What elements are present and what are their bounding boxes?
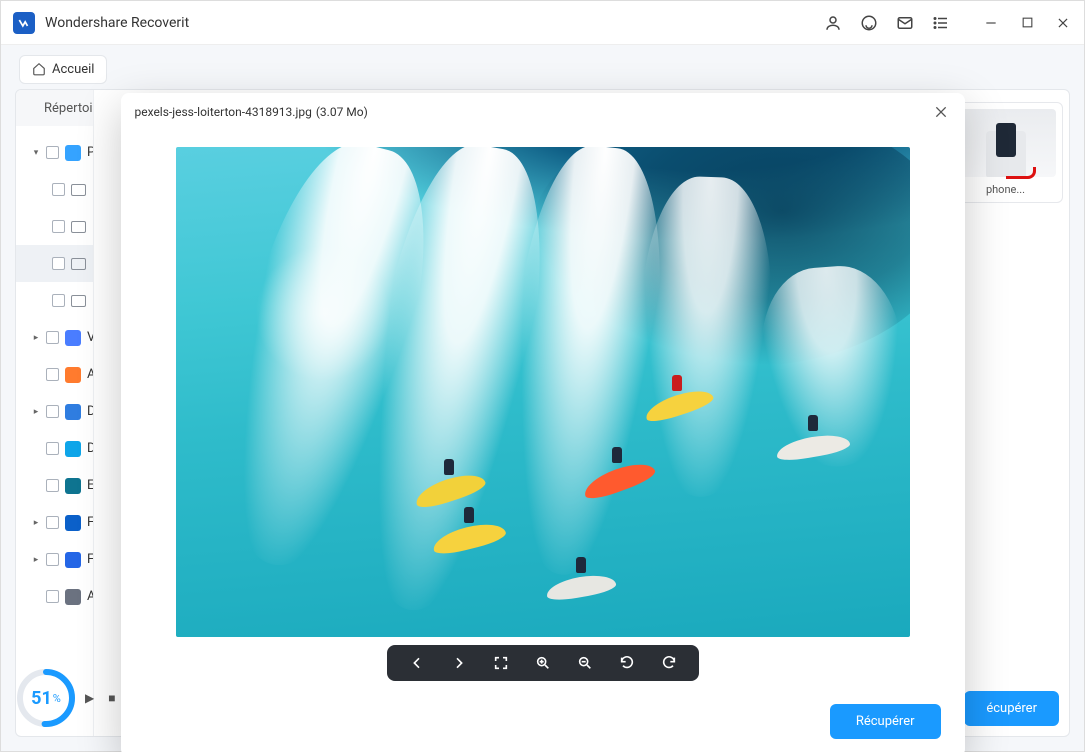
- titlebar-actions: [824, 14, 1072, 32]
- zoom-out-icon[interactable]: [575, 653, 595, 673]
- support-icon[interactable]: [860, 14, 878, 32]
- rotate-left-icon[interactable]: [617, 653, 637, 673]
- zoom-in-icon[interactable]: [533, 653, 553, 673]
- app-logo: [13, 12, 35, 34]
- preview-filename: pexels-jess-loiterton-4318913.jpg: [135, 105, 312, 119]
- recover-button[interactable]: Récupérer: [830, 704, 941, 739]
- app-window: Wondershare Recoverit Accueil Répertoi: [0, 0, 1085, 752]
- titlebar: Wondershare Recoverit: [1, 1, 1084, 45]
- modal-footer: Récupérer: [121, 685, 965, 752]
- fullscreen-icon[interactable]: [491, 653, 511, 673]
- next-icon[interactable]: [449, 653, 469, 673]
- close-icon[interactable]: [931, 102, 951, 122]
- mail-icon[interactable]: [896, 14, 914, 32]
- rotate-right-icon[interactable]: [659, 653, 679, 673]
- app-title: Wondershare Recoverit: [45, 15, 824, 31]
- preview-toolbar: [387, 645, 699, 681]
- list-icon[interactable]: [932, 14, 950, 32]
- modal-header: pexels-jess-loiterton-4318913.jpg (3.07 …: [121, 93, 965, 131]
- user-icon[interactable]: [824, 14, 842, 32]
- minimize-icon[interactable]: [982, 14, 1000, 32]
- maximize-icon[interactable]: [1018, 14, 1036, 32]
- close-window-icon[interactable]: [1054, 14, 1072, 32]
- content: Accueil Répertoi ▾P ▸V ▸A ▸D ▸D ▸E ▸F: [1, 45, 1084, 751]
- preview-modal-backdrop: pexels-jess-loiterton-4318913.jpg (3.07 …: [1, 45, 1084, 751]
- prev-icon[interactable]: [407, 653, 427, 673]
- preview-modal: pexels-jess-loiterton-4318913.jpg (3.07 …: [121, 93, 965, 752]
- preview-area: [121, 131, 965, 685]
- preview-image: [176, 147, 910, 637]
- preview-filesize: (3.07 Mo): [316, 105, 368, 119]
